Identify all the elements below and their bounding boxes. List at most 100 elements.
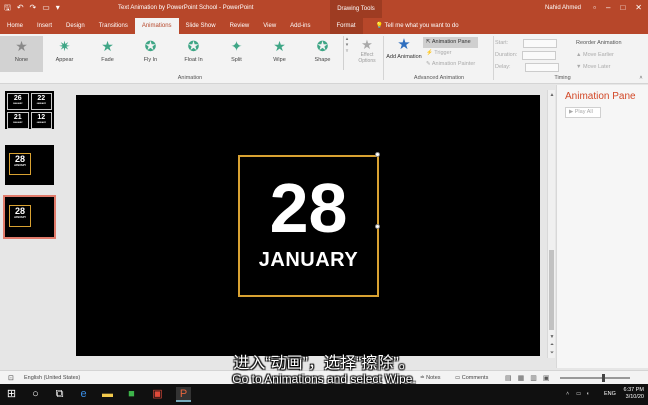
tab-view[interactable]: View	[256, 18, 283, 34]
save-icon[interactable]: 🖫	[4, 3, 11, 13]
animation-shape[interactable]: ✪ Shape	[301, 36, 344, 72]
recorder-icon[interactable]: ▣	[150, 387, 165, 402]
gallery-scroll[interactable]: ▴ ▾ ▿	[343, 36, 350, 70]
animation-fly-in[interactable]: ✪ Fly In	[129, 36, 172, 72]
vertical-scrollbar[interactable]: ▲ ▼ ⏶ ⏷	[547, 90, 555, 358]
duration-field[interactable]	[522, 50, 557, 60]
tab-home[interactable]: Home	[0, 18, 30, 34]
start-dropdown[interactable]	[523, 38, 558, 48]
input-language[interactable]: ENG	[604, 391, 616, 397]
collapse-ribbon-icon[interactable]: ˄	[636, 75, 646, 81]
thumbnail-date-box: 28 JANUARY	[9, 153, 31, 175]
animation-fade[interactable]: ★ Fade	[86, 36, 129, 72]
slide-thumbnail-1[interactable]: 26 JANUARY 22 JANUARY 21 JANUARY 12 JANUARY	[5, 91, 54, 129]
thumbnail-cell: 22 JANUARY	[30, 93, 52, 110]
ribbon-display-icon[interactable]: ▫	[593, 3, 596, 12]
previous-slide-icon[interactable]: ⏶	[548, 342, 556, 348]
clock-time: 6:37 PM	[623, 387, 644, 393]
volume-icon[interactable]: ◖	[586, 391, 589, 397]
star-icon: ✪	[316, 38, 329, 54]
tab-format[interactable]: Format	[329, 18, 363, 34]
animation-pane-label: Animation Pane	[431, 39, 471, 45]
close-icon[interactable]: ✕	[635, 3, 642, 12]
add-animation-button[interactable]: ★ Add Animation	[386, 36, 422, 60]
clock-date: 3/10/20	[625, 394, 644, 400]
advanced-animation-list: ⇱ Animation Pane ⚡ Trigger ✎ Animation P…	[423, 37, 479, 70]
move-earlier-button[interactable]: ▲ Move Earlier	[576, 49, 622, 61]
slide-thumbnails: 26 JANUARY 22 JANUARY 21 JANUARY 12 JANUARY …	[0, 85, 64, 368]
group-label-advanced: Advanced Animation	[413, 75, 465, 81]
arrow-up-icon: ▲	[576, 52, 583, 58]
trigger-button[interactable]: ⚡ Trigger	[423, 48, 478, 59]
animation-pane-button[interactable]: ⇱ Animation Pane	[423, 37, 479, 48]
cell-number: 26	[13, 95, 22, 102]
network-icon[interactable]: ▭	[576, 391, 581, 397]
cell-month: JANUARY	[36, 122, 47, 124]
animation-appear[interactable]: ✷ Appear	[43, 36, 86, 72]
animation-painter-button[interactable]: ✎ Animation Painter	[423, 59, 478, 70]
windows-start-icon[interactable]: ⊞	[4, 387, 19, 402]
resize-handle-right[interactable]	[375, 224, 380, 229]
undo-icon[interactable]: ↶	[17, 3, 24, 13]
reorder-controls: Reorder Animation ▲ Move Earlier ▼ Move …	[576, 37, 622, 73]
star-icon: ★	[273, 38, 286, 54]
ribbon-separator	[493, 36, 494, 80]
start-label: Start:	[495, 40, 509, 46]
trigger-label: Trigger	[434, 50, 452, 56]
tab-transitions[interactable]: Transitions	[92, 18, 135, 34]
tell-me-text: Tell me what you want to do	[384, 23, 459, 29]
file-explorer-icon[interactable]: ▬	[100, 387, 115, 402]
tray-chevron-icon[interactable]: ˄	[566, 391, 569, 397]
star-icon: ✦	[230, 38, 243, 54]
animation-wipe[interactable]: ★ Wipe	[258, 36, 301, 72]
play-all-label: Play All	[574, 109, 593, 115]
date-month[interactable]: JANUARY	[240, 249, 377, 271]
scroll-down-icon[interactable]: ▼	[548, 334, 556, 340]
animation-label: Split	[231, 57, 242, 63]
scroll-thumb[interactable]	[549, 250, 554, 330]
tab-add-ins[interactable]: Add-ins	[283, 18, 317, 34]
animation-pane: Animation Pane ▶ Play All	[556, 85, 648, 368]
window-controls: ▫ – □ ✕	[593, 3, 642, 12]
move-later-button[interactable]: ▼ Move Later	[576, 61, 622, 73]
tab-insert[interactable]: Insert	[30, 18, 59, 34]
slide-thumbnail-3[interactable]: 28 JANUARY	[3, 195, 56, 239]
delay-field[interactable]	[524, 62, 559, 72]
drawing-tools-context: Drawing Tools	[330, 0, 382, 18]
tab-slide-show[interactable]: Slide Show	[179, 18, 223, 34]
ribbon-tabs: Home Insert Design Transitions Animation…	[0, 18, 648, 34]
resize-handle-top-right[interactable]	[375, 152, 380, 157]
animation-none[interactable]: ★ None	[0, 36, 43, 72]
window-title: Text Animation by PowerPoint School - Po…	[118, 5, 254, 11]
redo-icon[interactable]: ↷	[30, 3, 37, 13]
cell-month: JANUARY	[36, 103, 47, 105]
date-text-box[interactable]: 28 JANUARY	[238, 155, 379, 297]
maximize-icon[interactable]: □	[620, 3, 625, 12]
powerpoint-app-icon[interactable]: P	[176, 387, 191, 402]
cell-month: JANUARY	[12, 122, 23, 124]
scroll-up-icon[interactable]: ▲	[548, 92, 556, 98]
camtasia-icon[interactable]: ■	[124, 387, 139, 402]
slide-thumbnail-2[interactable]: 28 JANUARY	[5, 145, 54, 185]
thumbnail-cell: 21 JANUARY	[7, 112, 29, 129]
tell-me-search[interactable]: 💡 Tell me what you want to do	[369, 18, 466, 34]
edge-browser-icon[interactable]: e	[76, 387, 91, 402]
slide-canvas[interactable]: 28 JANUARY	[76, 95, 540, 356]
system-clock[interactable]: 6:37 PM 3/10/20	[624, 387, 644, 401]
task-view-icon[interactable]: ⧉	[52, 387, 67, 402]
play-all-button[interactable]: ▶ Play All	[565, 107, 601, 118]
tab-review[interactable]: Review	[223, 18, 257, 34]
user-name[interactable]: Nahid Ahmed	[545, 5, 581, 11]
tab-design[interactable]: Design	[59, 18, 92, 34]
animation-split[interactable]: ✦ Split	[215, 36, 258, 72]
search-icon[interactable]: ○	[28, 387, 43, 402]
date-number[interactable]: 28	[240, 173, 377, 243]
minimize-icon[interactable]: –	[606, 3, 610, 12]
animation-float-in[interactable]: ✪ Float In	[172, 36, 215, 72]
effect-options-button[interactable]: ★ Effect Options	[352, 38, 382, 74]
star-icon: ★	[15, 38, 28, 54]
animation-label: None	[14, 57, 29, 63]
customize-qat-icon[interactable]: ▾	[56, 3, 60, 13]
present-icon[interactable]: ▭	[42, 3, 50, 13]
tab-animations[interactable]: Animations	[134, 18, 179, 34]
